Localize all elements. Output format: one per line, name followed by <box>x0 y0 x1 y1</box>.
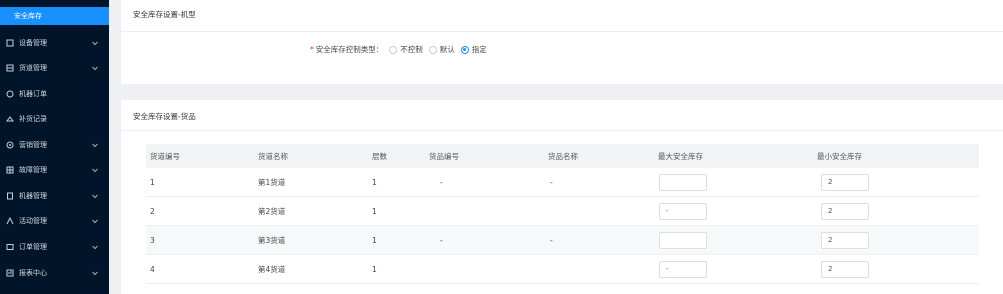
max-stock-input[interactable]: - <box>659 260 707 278</box>
max-stock-input[interactable] <box>659 231 707 249</box>
table-row: 2 第2货道 1 - 2 <box>146 197 979 226</box>
sidebar-item-machine-order[interactable]: 机器订单 <box>0 85 109 103</box>
sidebar-item-report[interactable]: 报表中心 <box>0 264 109 282</box>
chevron-down-icon <box>91 217 99 225</box>
safety-stock-table: 货道编号 货道名称 层数 货品编号 货品名称 最大安全库存 最小安全库存 1 第… <box>146 144 979 284</box>
table-row: 3 第3货道 1 - - 2 <box>146 226 979 255</box>
sidebar-item-label: 机器管理 <box>19 192 47 200</box>
goods-config-card: 安全库存设置-货品 货道编号 货道名称 层数 货品编号 货品名称 最大安全库存 … <box>121 100 1003 294</box>
sidebar-item-safety-stock[interactable]: 安全库存 <box>0 7 109 25</box>
sidebar-item-label: 货道管理 <box>19 64 47 72</box>
card-title: 安全库存设置-货品 <box>133 112 196 121</box>
column-header: 层数 <box>372 151 387 161</box>
activity-icon <box>5 217 14 226</box>
min-stock-input[interactable]: 2 <box>821 231 869 249</box>
radio-label: 指定 <box>471 45 487 54</box>
chevron-down-icon <box>91 141 99 149</box>
report-icon <box>5 269 14 278</box>
sidebar: 安全库存 设备管理 货道管理 机器订单 补货记录 营销管理 故障管理 机器管理 … <box>0 0 109 294</box>
order-icon <box>5 90 14 99</box>
aisle-name: 第4货道 <box>258 264 286 274</box>
marketing-icon <box>5 141 14 150</box>
aisle-name: 第1货道 <box>258 177 286 187</box>
table-header: 货道编号 货道名称 层数 货品编号 货品名称 最大安全库存 最小安全库存 <box>146 144 979 168</box>
goods-no: - <box>440 177 443 187</box>
sidebar-item-label: 设备管理 <box>19 39 47 47</box>
max-stock-input[interactable] <box>659 173 707 191</box>
table-row: 1 第1货道 1 - - 2 <box>146 168 979 197</box>
sidebar-item-marketing[interactable]: 营销管理 <box>0 136 109 154</box>
radio-label: 不控制 <box>400 45 423 54</box>
chevron-down-icon <box>91 39 99 47</box>
sidebar-item-label: 补货记录 <box>19 115 47 123</box>
chevron-down-icon <box>91 243 99 251</box>
sidebar-item-label: 订单管理 <box>19 243 47 251</box>
sidebar-item-order-manage[interactable]: 订单管理 <box>0 238 109 256</box>
model-config-card: 安全库存设置-机型 * 安全库存控制类型： 不控制 默认 指定 <box>121 0 1003 84</box>
column-header: 货道名称 <box>258 151 288 161</box>
device-icon <box>5 39 14 48</box>
sidebar-item-device[interactable]: 设备管理 <box>0 34 109 52</box>
control-type-field: * 安全库存控制类型： 不控制 默认 指定 <box>310 44 487 55</box>
min-stock-input[interactable]: 2 <box>821 173 869 191</box>
radio-circle <box>389 45 398 54</box>
aisle-icon <box>5 64 14 73</box>
sidebar-item-label: 安全库存 <box>14 12 42 20</box>
min-stock-input[interactable]: 2 <box>821 260 869 278</box>
machine-icon <box>5 192 14 201</box>
table-row: 4 第4货道 1 - 2 <box>146 255 979 284</box>
fault-icon <box>5 166 14 175</box>
field-label: 安全库存控制类型： <box>315 45 384 54</box>
column-header: 货品名称 <box>548 151 578 161</box>
max-stock-input[interactable]: - <box>659 202 707 220</box>
radio-option-specified[interactable]: 指定 <box>460 44 487 55</box>
radio-circle-checked <box>460 45 469 54</box>
aisle-no: 2 <box>150 206 155 216</box>
goods-name: - <box>550 177 553 187</box>
layer: 1 <box>372 177 377 187</box>
goods-no: - <box>440 235 443 245</box>
radio-option-default[interactable]: 默认 <box>428 44 455 55</box>
required-mark: * <box>310 45 314 54</box>
chevron-down-icon <box>91 192 99 200</box>
layer: 1 <box>372 235 377 245</box>
chevron-down-icon <box>91 64 99 72</box>
aisle-name: 第3货道 <box>258 235 286 245</box>
card-title: 安全库存设置-机型 <box>133 10 196 19</box>
aisle-no: 1 <box>150 177 155 187</box>
sidebar-item-label: 报表中心 <box>19 269 47 277</box>
sidebar-item-label: 活动管理 <box>19 217 47 225</box>
column-header: 货品编号 <box>429 151 459 161</box>
min-stock-input[interactable]: 2 <box>821 202 869 220</box>
column-header: 最大安全库存 <box>658 151 703 161</box>
goods-name: - <box>550 235 553 245</box>
radio-label: 默认 <box>439 45 455 54</box>
radio-circle <box>428 45 437 54</box>
radio-option-none[interactable]: 不控制 <box>389 44 423 55</box>
layer: 1 <box>372 264 377 274</box>
sidebar-item-label: 故障管理 <box>19 166 47 174</box>
column-header: 最小安全库存 <box>817 151 862 161</box>
sidebar-item-label: 机器订单 <box>19 90 47 98</box>
divider <box>121 130 1003 131</box>
chevron-down-icon <box>91 269 99 277</box>
sidebar-item-fault[interactable]: 故障管理 <box>0 161 109 179</box>
sidebar-item-label: 营销管理 <box>19 141 47 149</box>
sidebar-item-machine[interactable]: 机器管理 <box>0 187 109 205</box>
sidebar-item-aisle[interactable]: 货道管理 <box>0 59 109 77</box>
aisle-name: 第2货道 <box>258 206 286 216</box>
chevron-down-icon <box>91 166 99 174</box>
restock-icon <box>5 115 14 124</box>
aisle-no: 3 <box>150 235 155 245</box>
column-header: 货道编号 <box>150 151 180 161</box>
sidebar-item-activity[interactable]: 活动管理 <box>0 212 109 230</box>
aisle-no: 4 <box>150 264 155 274</box>
sidebar-item-restock[interactable]: 补货记录 <box>0 110 109 128</box>
divider <box>121 31 1003 32</box>
order-list-icon <box>5 243 14 252</box>
layer: 1 <box>372 206 377 216</box>
